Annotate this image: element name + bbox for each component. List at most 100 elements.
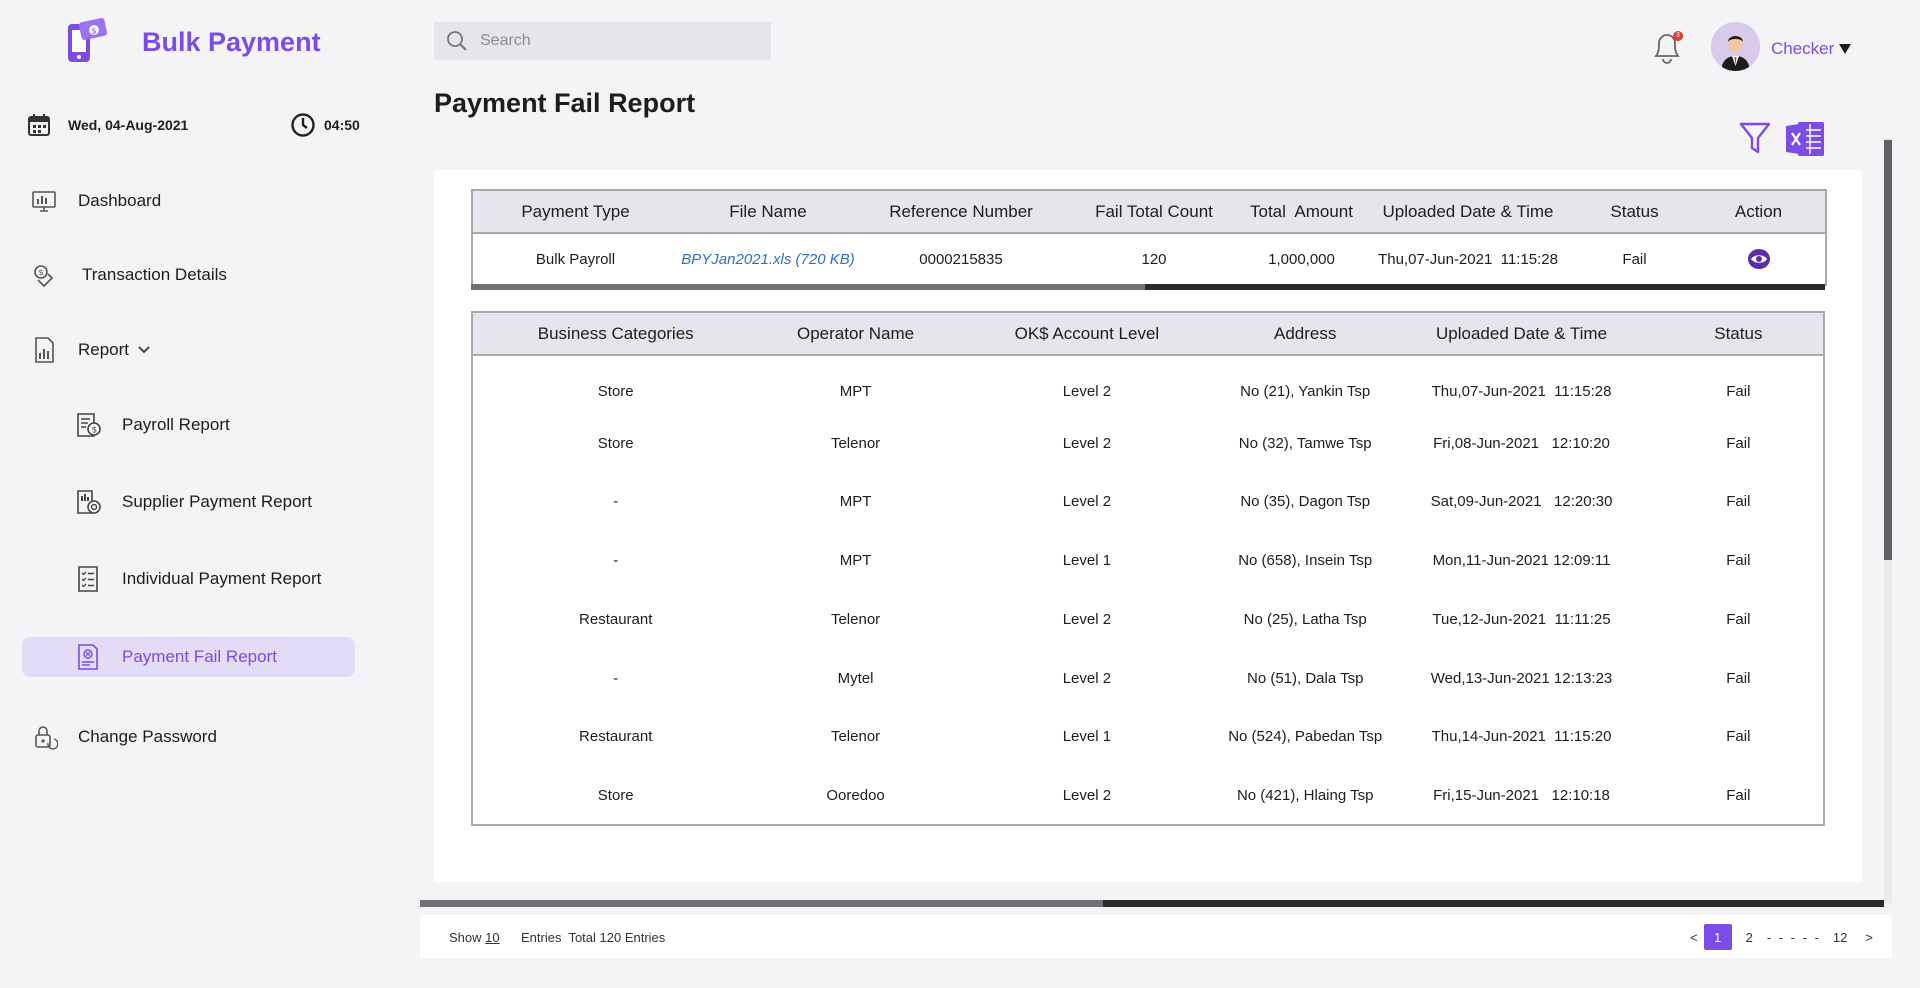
sidebar-item-supplier-payment-report[interactable]: Supplier Payment Report — [22, 482, 355, 522]
account-level-cell: Level 2 — [1062, 383, 1112, 401]
sidebar-item-dashboard[interactable]: Dashboard — [22, 181, 355, 221]
user-name[interactable]: Checker — [1771, 39, 1834, 59]
individual-icon — [78, 566, 98, 592]
business-category-cell: Store — [597, 786, 634, 804]
column-header[interactable]: Payment Type — [472, 190, 678, 234]
account-level-cell: Level 1 — [1062, 728, 1112, 746]
brand[interactable]: $ Bulk Payment — [64, 18, 321, 66]
table-row[interactable]: Store MPT Level 2 No (21), Yankin Tsp Thu,07… — [472, 355, 1824, 414]
total-amount-cell: 1,000,000 — [1268, 250, 1335, 268]
operator-name-cell: MPT — [839, 383, 872, 401]
svg-text:$: $ — [92, 27, 97, 36]
address-cell: No (524), Pabedan Tsp — [1228, 728, 1383, 746]
sidebar-item-label: Payroll Report — [122, 415, 230, 434]
address-cell: No (658), Insein Tsp — [1238, 552, 1373, 570]
account-level-cell: Level 1 — [1062, 552, 1112, 570]
column-header[interactable]: Reference Number — [858, 190, 1064, 234]
business-category-cell: - — [613, 552, 619, 570]
table-row[interactable]: Bulk Payroll BPYJan2021.xls (720 KB) 000… — [472, 233, 1826, 285]
summary-header-row: Payment Type File Name Reference Number … — [472, 190, 1826, 234]
page-size-select[interactable]: 10 — [485, 930, 499, 945]
vertical-scrollbar-thumb[interactable] — [1884, 140, 1892, 560]
status-cell: Fail — [1726, 552, 1751, 570]
notification-badge: 3 — [1673, 31, 1683, 41]
report-icon — [35, 337, 54, 363]
uploaded-date-cell: Sat,09-Jun-2021 12:20:30 — [1430, 493, 1613, 511]
calendar-icon — [28, 114, 50, 136]
account-level-cell: Level 2 — [1062, 434, 1112, 452]
search-input[interactable] — [480, 32, 740, 50]
sidebar-item-transaction-details[interactable]: $ Transaction Details — [22, 255, 355, 295]
summary-table: Payment Type File Name Reference Number … — [471, 189, 1827, 286]
dashboard-icon — [32, 191, 56, 212]
column-header[interactable]: Uploaded Date & Time — [1359, 190, 1577, 234]
current-time: 04:50 — [324, 117, 360, 133]
sidebar-item-label: Change Password — [78, 727, 217, 746]
business-category-cell: - — [613, 493, 619, 511]
sidebar-item-report[interactable]: Report — [22, 330, 355, 370]
column-header[interactable]: OK$ Account Level — [952, 312, 1222, 356]
column-header[interactable]: Fail Total Count — [1064, 190, 1244, 234]
status-cell: Fail — [1726, 786, 1751, 804]
address-cell: No (421), Hlaing Tsp — [1236, 786, 1374, 804]
business-category-cell: Store — [597, 383, 634, 401]
sidebar-item-label: Payment Fail Report — [122, 647, 277, 666]
status-cell: Fail — [1726, 669, 1751, 687]
table-row[interactable]: Store Ooredoo Level 2 No (421), Hlaing Tsp F… — [472, 766, 1824, 825]
uploaded-date-cell: Thu,07-Jun-2021 11:15:28 — [1378, 250, 1558, 268]
filter-icon[interactable] — [1738, 120, 1772, 156]
avatar[interactable] — [1711, 22, 1760, 71]
file-name-link[interactable]: BPYJan2021.xls (720 KB) — [681, 251, 854, 268]
status-cell: Fail — [1726, 493, 1751, 511]
operator-name-cell: Telenor — [830, 610, 881, 628]
prev-page-button[interactable]: < — [1690, 930, 1698, 945]
excel-export-icon[interactable] — [1784, 120, 1826, 158]
detail-header-row: Business Categories Operator Name OK$ Ac… — [472, 312, 1824, 356]
payment-fail-icon — [78, 644, 98, 670]
column-header[interactable]: Business Categories — [472, 312, 759, 356]
show-label: Show — [449, 930, 482, 945]
account-level-cell: Level 2 — [1062, 493, 1112, 511]
page-button-current[interactable]: 1 — [1703, 924, 1732, 950]
sidebar-item-change-password[interactable]: Change Password — [22, 717, 355, 757]
column-header[interactable]: File Name — [678, 190, 858, 234]
column-header[interactable]: Action — [1692, 190, 1826, 234]
caret-down-icon[interactable] — [1838, 43, 1852, 55]
table-row[interactable]: Store Telenor Level 2 No (32), Tamwe Tsp Fri… — [472, 414, 1824, 473]
table-row[interactable]: Restaurant Telenor Level 2 No (25), Latha T… — [472, 590, 1824, 649]
business-category-cell: Store — [597, 434, 634, 452]
column-header[interactable]: Total Amount — [1244, 190, 1359, 234]
svg-text:$: $ — [39, 268, 44, 277]
table-row[interactable]: Restaurant Telenor Level 1 No (524), Pabeda… — [472, 708, 1824, 767]
uploaded-date-cell: Thu,14-Jun-2021 11:15:20 — [1431, 728, 1612, 746]
table-row[interactable]: - MPT Level 2 No (35), Dagon Tsp Sat,09-Jun-… — [472, 473, 1824, 532]
detail-table: Business Categories Operator Name OK$ Ac… — [471, 311, 1825, 826]
table-row[interactable]: - Mytel Level 2 No (51), Dala Tsp Wed,13-Jun… — [472, 649, 1824, 708]
page-button-last[interactable]: 12 — [1833, 930, 1847, 945]
next-page-button[interactable]: > — [1865, 930, 1873, 945]
sidebar-item-individual-payment-report[interactable]: Individual Payment Report — [22, 559, 355, 599]
operator-name-cell: MPT — [839, 493, 872, 511]
page-button-2[interactable]: 2 — [1746, 930, 1753, 945]
column-header[interactable]: Address — [1221, 312, 1390, 356]
supplier-icon — [77, 490, 101, 514]
sidebar-item-payroll-report[interactable]: $ Payroll Report — [22, 405, 355, 445]
page-horizontal-scrollbar-thumb[interactable] — [420, 900, 1103, 907]
column-header[interactable]: Operator Name — [758, 312, 953, 356]
bulk-payment-logo-icon: $ — [68, 18, 108, 62]
uploaded-date-cell: Tue,12-Jun-2021 11:11:25 — [1432, 610, 1611, 628]
sidebar-item-label: Dashboard — [78, 191, 162, 210]
view-eye-icon[interactable] — [1747, 248, 1771, 270]
status-cell: Fail — [1726, 434, 1751, 452]
summary-horizontal-scrollbar-thumb[interactable] — [471, 284, 1145, 290]
sidebar-item-payment-fail-report[interactable]: Payment Fail Report — [22, 637, 355, 677]
uploaded-date-cell: Fri,15-Jun-2021 12:10:18 — [1433, 786, 1610, 804]
search-bar[interactable] — [434, 22, 771, 60]
current-date: Wed, 04-Aug-2021 — [68, 117, 189, 133]
column-header[interactable]: Uploaded Date & Time — [1389, 312, 1654, 356]
pagination: < 1 2 - - - - - 12 > — [1690, 924, 1873, 950]
clock-icon — [291, 113, 315, 137]
table-row[interactable]: - MPT Level 1 No (658), Insein Tsp Mon,11-Ju… — [472, 531, 1824, 590]
column-header[interactable]: Status — [1653, 312, 1824, 356]
column-header[interactable]: Status — [1577, 190, 1692, 234]
